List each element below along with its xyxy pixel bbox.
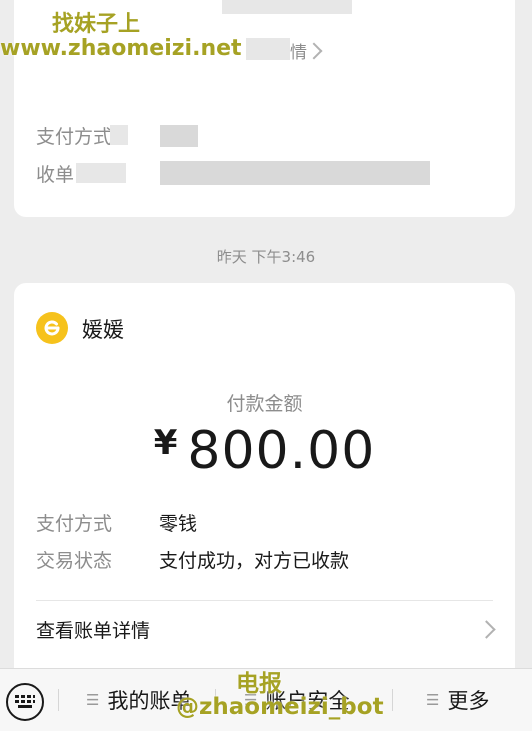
menu-lines-icon: ☰ bbox=[86, 691, 100, 709]
blurred-label-end bbox=[76, 163, 126, 183]
menu-more-label: 更多 bbox=[447, 689, 490, 713]
payment-method-label: 支付方式 bbox=[36, 513, 113, 535]
chevron-right-icon bbox=[305, 42, 323, 60]
merchant-avatar-icon bbox=[36, 312, 68, 344]
separator bbox=[58, 689, 59, 711]
watermark-telegram-label: 电报 bbox=[236, 671, 282, 697]
watermark-telegram-handle: @zhaomeizi_bot bbox=[176, 694, 384, 720]
transaction-status-value: 支付成功，对方已收款 bbox=[159, 550, 350, 572]
watermark-url: www.zhaomeizi.net bbox=[0, 36, 242, 61]
message-timestamp: 昨天 下午3:46 bbox=[216, 248, 316, 266]
separator bbox=[392, 689, 393, 711]
view-bill-details-label: 查看账单详情 bbox=[36, 620, 151, 642]
view-bill-details-link[interactable]: 查看账单详情 bbox=[14, 601, 515, 657]
currency-symbol: ¥ bbox=[153, 423, 178, 463]
payment-receipt-card[interactable]: 媛媛 付款金额 ¥800.00 支付方式 零钱 交易状态 支付成功，对方已收款 … bbox=[14, 283, 515, 683]
amount-label: 付款金额 bbox=[226, 393, 303, 415]
blurred-receiver bbox=[160, 161, 430, 185]
blurred-link-text bbox=[246, 38, 290, 60]
chevron-right-icon bbox=[477, 620, 496, 639]
payment-method-value: 零钱 bbox=[159, 513, 198, 535]
payment-method-label: 支付方式 bbox=[36, 126, 113, 148]
menu-lines-icon: ☰ bbox=[426, 691, 440, 709]
transaction-status-label: 交易状态 bbox=[36, 550, 113, 572]
blurred-title bbox=[222, 0, 352, 14]
blurred-payment-method bbox=[160, 125, 198, 147]
amount-value: 800.00 bbox=[187, 421, 376, 481]
watermark-title: 找妹子上 bbox=[52, 12, 141, 37]
keyboard-icon[interactable] bbox=[6, 683, 44, 721]
receiver-label: 收单 bbox=[36, 164, 75, 186]
merchant-name: 媛媛 bbox=[82, 318, 124, 342]
blurred-label-end bbox=[110, 125, 128, 145]
amount-display: ¥800.00 bbox=[14, 421, 515, 481]
menu-more[interactable]: ☰ 更多 bbox=[426, 669, 489, 731]
